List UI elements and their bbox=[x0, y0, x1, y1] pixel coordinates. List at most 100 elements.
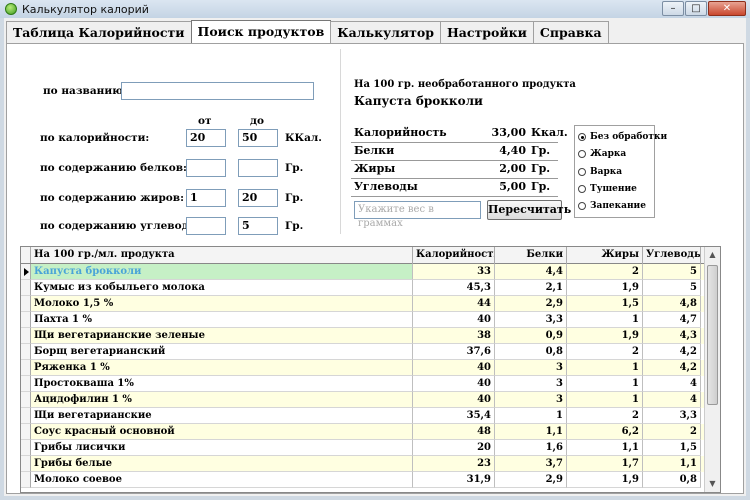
cell-calories[interactable]: 40 bbox=[413, 392, 495, 408]
cell-carbs[interactable]: 4 bbox=[643, 376, 701, 392]
scroll-up-icon[interactable]: ▲ bbox=[705, 247, 720, 263]
cell-protein[interactable]: 2,9 bbox=[495, 472, 567, 488]
carbs-to-input[interactable]: 5 bbox=[238, 217, 278, 235]
cell-carbs[interactable]: 4,2 bbox=[643, 344, 701, 360]
cell-protein[interactable]: 4,4 bbox=[495, 264, 567, 280]
calorie-to-input[interactable]: 50 bbox=[238, 129, 278, 147]
cell-calories[interactable]: 33 bbox=[413, 264, 495, 280]
scroll-down-icon[interactable]: ▼ bbox=[705, 476, 720, 492]
cell-fat[interactable]: 2 bbox=[567, 408, 643, 424]
cell-fat[interactable]: 2 bbox=[567, 344, 643, 360]
cell-product[interactable]: Щи вегетарианские зеленые bbox=[31, 328, 413, 344]
table-row[interactable]: Пахта 1 % 40 3,3 1 4,7 bbox=[21, 312, 720, 328]
cell-protein[interactable]: 3,7 bbox=[495, 456, 567, 472]
maximize-button[interactable]: □ bbox=[685, 1, 707, 16]
cell-protein[interactable]: 3 bbox=[495, 360, 567, 376]
tab-help[interactable]: Справка bbox=[532, 21, 609, 43]
table-row[interactable]: Кумыс из кобыльего молока 45,3 2,1 1,9 5 bbox=[21, 280, 720, 296]
cell-product[interactable]: Ряженка 1 % bbox=[31, 360, 413, 376]
column-header-calories[interactable]: Калорийность bbox=[413, 247, 495, 264]
cell-product[interactable]: Молоко соевое bbox=[31, 472, 413, 488]
cell-product[interactable]: Борщ вегетарианский bbox=[31, 344, 413, 360]
radio-frying[interactable]: Жарка bbox=[578, 149, 626, 159]
cell-product[interactable]: Щи вегетарианские bbox=[31, 408, 413, 424]
cell-product[interactable]: Ацидофилин 1 % bbox=[31, 392, 413, 408]
table-row[interactable]: Молоко 1,5 % 44 2,9 1,5 4,8 bbox=[21, 296, 720, 312]
cell-carbs[interactable]: 4,8 bbox=[643, 296, 701, 312]
table-row[interactable]: Простокваша 1% 40 3 1 4 bbox=[21, 376, 720, 392]
cell-carbs[interactable]: 3,3 bbox=[643, 408, 701, 424]
cell-fat[interactable]: 1,7 bbox=[567, 456, 643, 472]
cell-calories[interactable]: 37,6 bbox=[413, 344, 495, 360]
cell-fat[interactable]: 1 bbox=[567, 376, 643, 392]
cell-protein[interactable]: 3,3 bbox=[495, 312, 567, 328]
cell-calories[interactable]: 23 bbox=[413, 456, 495, 472]
cell-carbs[interactable]: 4 bbox=[643, 392, 701, 408]
cell-calories[interactable]: 44 bbox=[413, 296, 495, 312]
carbs-from-input[interactable] bbox=[186, 217, 226, 235]
cell-protein[interactable]: 2,1 bbox=[495, 280, 567, 296]
cell-calories[interactable]: 35,4 bbox=[413, 408, 495, 424]
calorie-from-input[interactable]: 20 bbox=[186, 129, 226, 147]
cell-product[interactable]: Соус красный основной bbox=[31, 424, 413, 440]
tab-settings[interactable]: Настройки bbox=[439, 21, 534, 43]
cell-product[interactable]: Грибы белые bbox=[31, 456, 413, 472]
results-grid[interactable]: На 100 гр./мл. продукта Калорийность Бел… bbox=[20, 246, 721, 493]
table-row[interactable]: Молоко соевое 31,9 2,9 1,9 0,8 bbox=[21, 472, 720, 488]
cell-carbs[interactable]: 1,5 bbox=[643, 440, 701, 456]
tab-calculator[interactable]: Калькулятор bbox=[330, 21, 441, 43]
cell-fat[interactable]: 1,5 bbox=[567, 296, 643, 312]
cell-fat[interactable]: 1,9 bbox=[567, 472, 643, 488]
scroll-thumb[interactable] bbox=[707, 265, 718, 405]
table-row[interactable]: Ряженка 1 % 40 3 1 4,2 bbox=[21, 360, 720, 376]
name-search-input[interactable] bbox=[121, 82, 314, 100]
recalculate-button[interactable]: Пересчитать bbox=[487, 200, 571, 220]
cell-protein[interactable]: 1 bbox=[495, 408, 567, 424]
tab-product-search[interactable]: Поиск продуктов bbox=[190, 20, 332, 44]
cell-product[interactable]: Простокваша 1% bbox=[31, 376, 413, 392]
cell-calories[interactable]: 31,9 bbox=[413, 472, 495, 488]
cell-product[interactable]: Кумыс из кобыльего молока bbox=[31, 280, 413, 296]
cell-protein[interactable]: 0,8 bbox=[495, 344, 567, 360]
cell-calories[interactable]: 20 bbox=[413, 440, 495, 456]
cell-calories[interactable]: 38 bbox=[413, 328, 495, 344]
cell-carbs[interactable]: 4,2 bbox=[643, 360, 701, 376]
column-header-fat[interactable]: Жиры bbox=[567, 247, 643, 264]
table-row[interactable]: Борщ вегетарианский 37,6 0,8 2 4,2 bbox=[21, 344, 720, 360]
cell-carbs[interactable]: 5 bbox=[643, 280, 701, 296]
cell-carbs[interactable]: 4,3 bbox=[643, 328, 701, 344]
cell-calories[interactable]: 40 bbox=[413, 360, 495, 376]
fat-from-input[interactable]: 1 bbox=[186, 189, 226, 207]
cell-carbs[interactable]: 4,7 bbox=[643, 312, 701, 328]
cell-protein[interactable]: 1,1 bbox=[495, 424, 567, 440]
protein-from-input[interactable] bbox=[186, 159, 226, 177]
column-header-carbs[interactable]: Углеводы bbox=[643, 247, 701, 264]
tab-calorie-table[interactable]: Таблица Калорийности bbox=[6, 21, 192, 43]
table-row[interactable]: Капуста брокколи 33 4,4 2 5 bbox=[21, 264, 720, 280]
cell-protein[interactable]: 3 bbox=[495, 376, 567, 392]
radio-stewing[interactable]: Тушение bbox=[578, 184, 637, 194]
cell-calories[interactable]: 48 bbox=[413, 424, 495, 440]
cell-product[interactable]: Пахта 1 % bbox=[31, 312, 413, 328]
cell-protein[interactable]: 3 bbox=[495, 392, 567, 408]
fat-to-input[interactable]: 20 bbox=[238, 189, 278, 207]
cell-fat[interactable]: 1 bbox=[567, 392, 643, 408]
radio-baking[interactable]: Запекание bbox=[578, 201, 646, 211]
cell-fat[interactable]: 2 bbox=[567, 264, 643, 280]
cell-product[interactable]: Молоко 1,5 % bbox=[31, 296, 413, 312]
weight-input[interactable]: Укажите вес в граммах bbox=[354, 201, 481, 229]
table-row[interactable]: Щи вегетарианские 35,4 1 2 3,3 bbox=[21, 408, 720, 424]
cell-product[interactable]: Капуста брокколи bbox=[31, 264, 413, 280]
minimize-button[interactable]: – bbox=[662, 1, 684, 16]
cell-product[interactable]: Грибы лисички bbox=[31, 440, 413, 456]
cell-carbs[interactable]: 2 bbox=[643, 424, 701, 440]
cell-carbs[interactable]: 1,1 bbox=[643, 456, 701, 472]
table-row[interactable]: Грибы белые 23 3,7 1,7 1,1 bbox=[21, 456, 720, 472]
radio-boiling[interactable]: Варка bbox=[578, 167, 622, 177]
table-row[interactable]: Грибы лисички 20 1,6 1,1 1,5 bbox=[21, 440, 720, 456]
cell-carbs[interactable]: 5 bbox=[643, 264, 701, 280]
table-row[interactable]: Соус красный основной 48 1,1 6,2 2 bbox=[21, 424, 720, 440]
cell-calories[interactable]: 40 bbox=[413, 312, 495, 328]
grid-vertical-scrollbar[interactable]: ▲ ▼ bbox=[704, 247, 720, 492]
cell-fat[interactable]: 1,1 bbox=[567, 440, 643, 456]
